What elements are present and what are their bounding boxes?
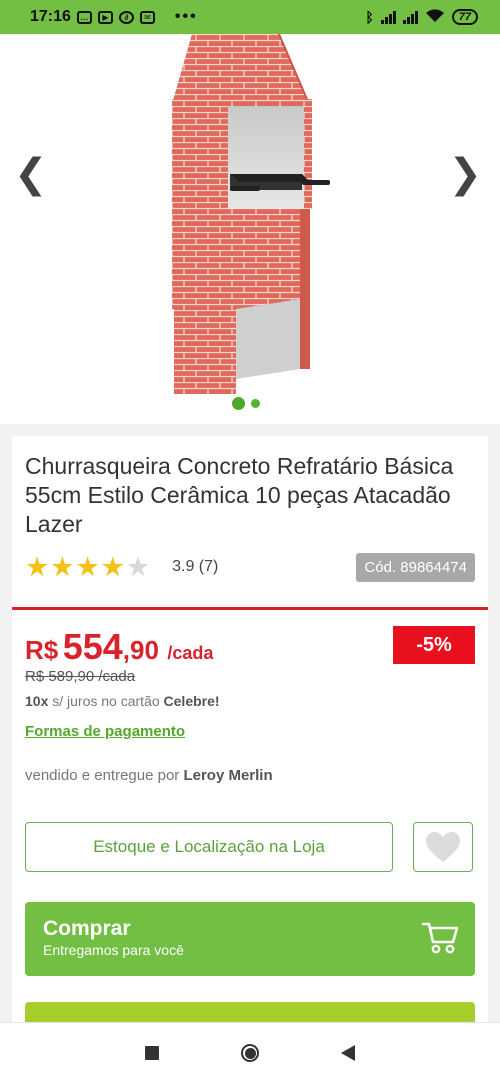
price-cents: ,90 [122, 635, 159, 665]
status-bar: 17:16 … ▶ ∂ ✉ ••• ᛒ 77 [0, 0, 500, 34]
next-image-arrow-icon[interactable]: ❯ [448, 154, 482, 194]
price-integer: 554 [62, 626, 123, 667]
pagination-dot-active[interactable] [232, 397, 245, 410]
star-filled-icon: ★ [50, 551, 75, 582]
installments-count: 10x [25, 693, 49, 709]
status-left: 17:16 … ▶ ∂ ✉ ••• [30, 8, 198, 26]
system-navigation-bar [0, 1022, 500, 1083]
seller-prefix: vendido e entregue por [25, 767, 184, 784]
price-row: R$ 554,90 /cada -5% [25, 626, 475, 668]
favorite-button[interactable] [413, 822, 473, 872]
product-title: Churrasqueira Concreto Refratário Básica… [25, 453, 454, 537]
home-icon[interactable] [241, 1044, 259, 1062]
status-right: ᛒ 77 [365, 8, 478, 26]
messenger-icon: … [76, 10, 92, 24]
product-card: Churrasqueira Concreto Refratário Básica… [12, 436, 488, 1026]
rating-count[interactable]: 3.9 (7) [172, 558, 218, 576]
product-image-gallery[interactable]: ❮ ❯ [0, 34, 500, 424]
discount-badge: -5% [393, 626, 475, 664]
price-divider [12, 607, 488, 610]
status-time: 17:16 [30, 8, 71, 25]
leaf-icon: ∂ [118, 10, 134, 24]
rating-stars[interactable]: ★ ★ ★ ★ ★ [25, 551, 151, 582]
recent-apps-icon[interactable] [145, 1046, 159, 1060]
seller-info: vendido e entregue por Leroy Merlin [25, 767, 475, 784]
star-filled-icon: ★ [25, 551, 50, 582]
back-icon[interactable] [341, 1045, 355, 1061]
battery-level: 77 [458, 11, 471, 23]
star-filled-icon: ★ [75, 551, 100, 582]
buy-button-label: Comprar [43, 917, 131, 940]
battery-icon: 77 [451, 9, 478, 25]
installments-info: 10x s/ juros no cartão Celebre! [25, 693, 475, 709]
product-image [172, 34, 330, 394]
previous-image-arrow-icon[interactable]: ❮ [14, 154, 48, 194]
more-dots-icon: ••• [174, 8, 198, 25]
heart-icon [426, 832, 460, 862]
youtube-icon: ▶ [97, 10, 113, 24]
current-price: R$ 554,90 /cada [25, 626, 213, 668]
installments-text: s/ juros no cartão [48, 693, 164, 709]
price-currency: R$ [25, 635, 59, 665]
price-unit: /cada [167, 643, 214, 663]
buy-button-sublabel: Entregamos para você [43, 942, 184, 958]
signal-icon [380, 10, 396, 24]
old-price: R$ 589,90 /cada [25, 668, 136, 685]
stock-location-button[interactable]: Estoque e Localização na Loja [25, 822, 393, 872]
image-pagination [232, 397, 260, 410]
action-row: Estoque e Localização na Loja [25, 822, 475, 872]
star-empty-icon: ★ [125, 551, 151, 582]
rating-row: ★ ★ ★ ★ ★ 3.9 (7) Cód. 89864474 [25, 551, 475, 583]
pagination-dot[interactable] [251, 399, 260, 408]
wifi-icon [425, 8, 445, 26]
seller-name: Leroy Merlin [183, 767, 273, 784]
installments-card: Celebre! [163, 693, 220, 709]
product-code-badge: Cód. 89864474 [356, 552, 475, 582]
mail-icon: ✉ [139, 10, 155, 24]
signal-icon [402, 10, 418, 24]
star-filled-icon: ★ [100, 551, 125, 582]
bluetooth-icon: ᛒ [365, 9, 374, 25]
buy-button[interactable]: Comprar Entregamos para você [25, 902, 475, 976]
payment-methods-link[interactable]: Formas de pagamento [25, 723, 185, 740]
cart-icon [421, 922, 459, 954]
